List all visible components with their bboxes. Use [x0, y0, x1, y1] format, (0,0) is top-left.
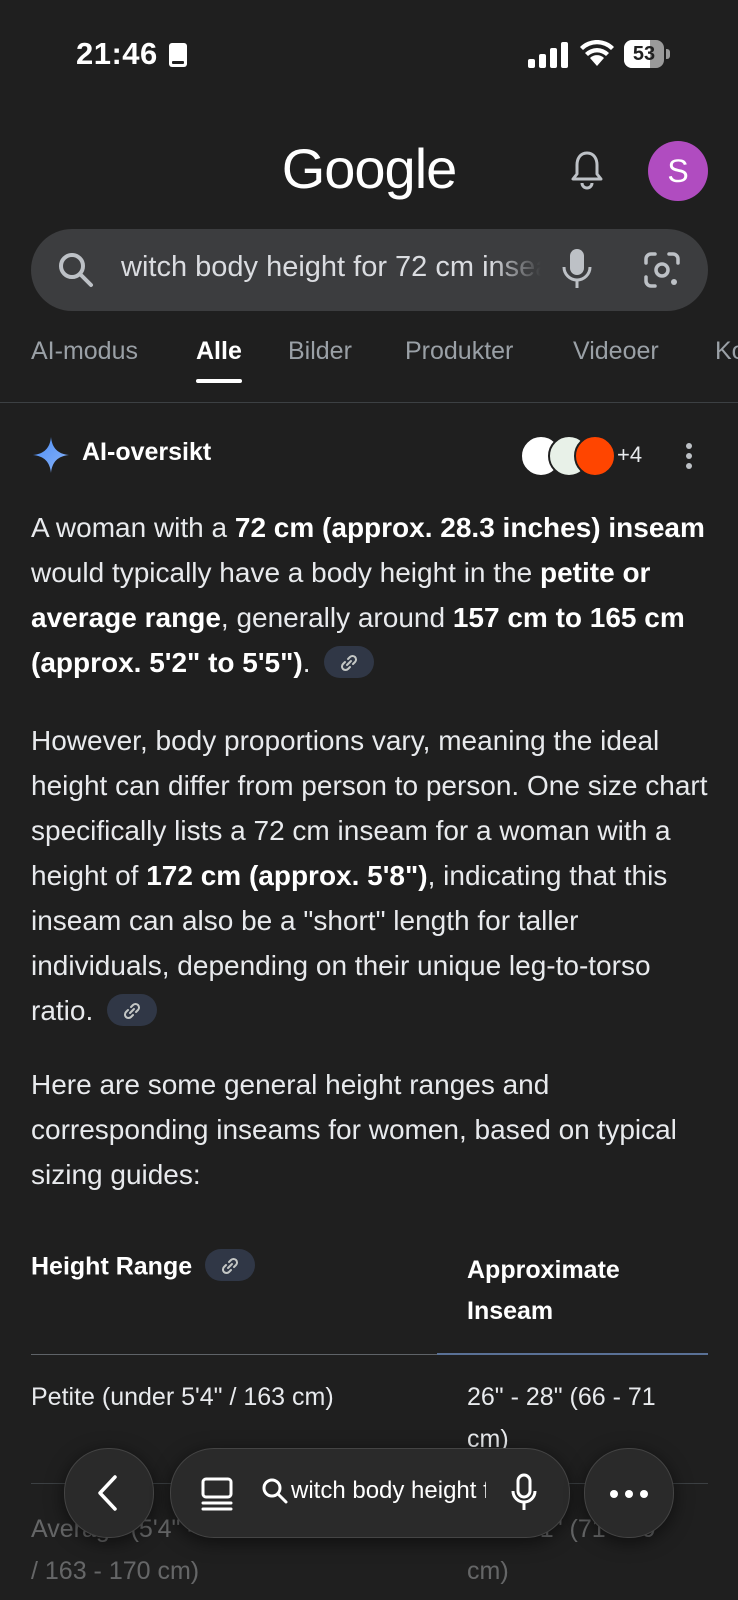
tab-videos[interactable]: Videoer	[573, 337, 659, 366]
bottom-search-pill[interactable]: witch body height for 72 cm inseam woman	[170, 1448, 570, 1538]
account-avatar[interactable]: S	[648, 141, 708, 201]
search-icon	[59, 253, 93, 287]
tab-products[interactable]: Produkter	[405, 337, 513, 366]
table-header-height-range: Height Range	[31, 1249, 256, 1284]
microphone-icon[interactable]	[511, 1473, 537, 1513]
text: , generally around	[220, 602, 453, 633]
tab-ai-mode[interactable]: AI-modus	[31, 337, 138, 366]
more-vert-icon[interactable]	[685, 442, 693, 470]
ai-overview-paragraph: However, body proportions vary, meaning …	[31, 718, 713, 1033]
chevron-left-icon	[98, 1475, 117, 1511]
more-horiz-icon	[610, 1490, 648, 1498]
address-bar-query[interactable]: witch body height for 72 cm inseam woman	[291, 1477, 486, 1505]
search-input[interactable]: witch body height for 72 cm inseam woman	[121, 251, 541, 284]
cellular-signal-icon	[528, 42, 568, 68]
text: would typically have a body height in th…	[31, 557, 540, 588]
search-icon	[262, 1478, 288, 1504]
tab-all[interactable]: Alle	[196, 337, 242, 366]
active-tab-indicator	[196, 379, 242, 383]
link-icon	[124, 1002, 141, 1019]
text: A woman with a	[31, 512, 235, 543]
highlight: 72 cm (approx. 28.3 inches) inseam	[234, 512, 705, 543]
back-button[interactable]	[64, 1448, 154, 1538]
more-options-button[interactable]	[584, 1448, 674, 1538]
table-header-rule	[31, 1354, 437, 1355]
header-label: Height Range	[31, 1252, 193, 1281]
tab-more[interactable]: Ko	[715, 337, 738, 366]
search-bar[interactable]: witch body height for 72 cm inseam woman	[31, 229, 708, 311]
more-sources-count[interactable]: +4	[617, 442, 642, 468]
microphone-icon[interactable]	[561, 247, 593, 291]
text: .	[302, 647, 311, 678]
link-icon	[222, 1257, 239, 1275]
ai-overview-paragraph: Here are some general height ranges and …	[31, 1069, 677, 1190]
link-icon	[341, 654, 358, 671]
highlight: 172 cm (approx. 5'8")	[146, 860, 428, 891]
tab-images[interactable]: Bilder	[288, 337, 352, 366]
table-header-inseam: Approximate Inseam	[467, 1256, 620, 1325]
battery-indicator: 53	[624, 40, 670, 68]
citation-link-button[interactable]	[324, 645, 375, 678]
table-cell: Petite (under 5'4" / 163 cm)	[31, 1383, 334, 1411]
divider	[0, 402, 738, 403]
status-time: 21:46	[76, 36, 158, 71]
google-logo[interactable]: Google	[0, 136, 738, 201]
ai-overview-title: AI-oversikt	[82, 438, 212, 466]
book-icon	[169, 43, 187, 67]
battery-level: 53	[632, 43, 656, 65]
tabs-icon[interactable]	[201, 1477, 233, 1511]
table-scroll-indicator	[437, 1353, 708, 1355]
wifi-icon	[580, 40, 614, 66]
ai-overview-paragraph: A woman with a 72 cm (approx. 28.3 inche…	[31, 505, 713, 685]
google-lens-icon[interactable]	[643, 251, 681, 289]
citation-link-button[interactable]	[107, 993, 158, 1026]
citation-link-button[interactable]	[205, 1249, 256, 1281]
reddit-favicon[interactable]	[574, 435, 616, 477]
ai-sparkle-icon	[33, 437, 69, 473]
notifications-bell-icon[interactable]	[570, 150, 604, 190]
search-tabs: AI-modus Alle Bilder Produkter Videoer K…	[0, 337, 738, 403]
